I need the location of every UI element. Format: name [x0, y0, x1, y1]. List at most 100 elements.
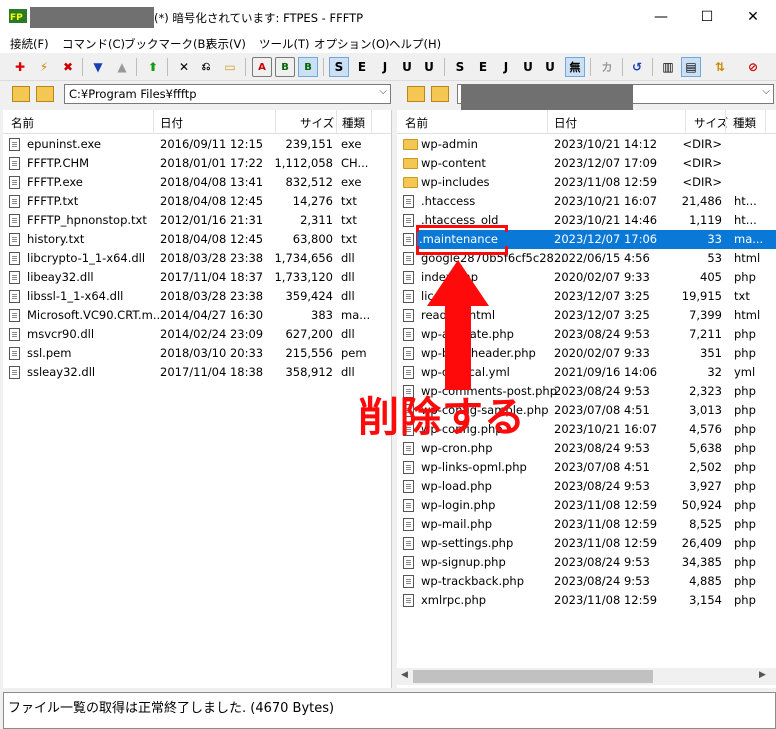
remote-horizontal-scrollbar[interactable]: ◀ ▶ — [397, 668, 776, 685]
utf8-local-icon[interactable]: U — [397, 57, 417, 77]
detail-view-icon[interactable]: ▤ — [681, 57, 701, 77]
list-item[interactable]: Microsoft.VC90.CRT.m... 2014/04/27 16:30 3… — [3, 306, 391, 325]
col-type[interactable]: 種類 — [733, 115, 756, 131]
list-item[interactable]: FFFTP.txt 2018/04/08 12:45 14,276 txt — [3, 192, 391, 211]
local-parent-folder-icon[interactable] — [12, 86, 30, 102]
list-item[interactable]: libeay32.dll 2017/11/04 18:37 1,733,120 dll — [3, 268, 391, 287]
scroll-right-icon[interactable]: ▶ — [759, 670, 766, 680]
delete-icon[interactable]: ✕ — [174, 57, 194, 77]
remote-parent-folder-icon[interactable] — [407, 86, 425, 102]
quick-connect-icon[interactable]: ⚡ — [34, 57, 54, 77]
maximize-button[interactable]: ☐ — [684, 0, 730, 34]
list-item[interactable]: history.txt 2018/04/08 12:45 63,800 txt — [3, 230, 391, 249]
file-name: msvcr90.dll — [27, 327, 95, 341]
rename-icon[interactable]: ⎌ — [196, 57, 216, 77]
remote-list-header: 名前 日付 サイズ 種類 — [397, 110, 776, 134]
list-item[interactable]: wp-links-opml.php 2023/07/08 4:51 2,502 php — [397, 458, 776, 477]
list-item[interactable]: wp-settings.php 2023/11/08 12:59 26,409 php — [397, 534, 776, 553]
menu-bookmark[interactable]: ブックマーク(B) — [124, 36, 210, 52]
menu-help[interactable]: ヘルプ(H) — [389, 36, 441, 52]
binary-mode-icon[interactable]: B — [275, 57, 295, 77]
jis-local-icon[interactable]: J — [375, 57, 395, 77]
ascii-mode-icon[interactable]: A — [252, 57, 272, 77]
file-size: 2,323 — [689, 384, 722, 398]
folder-icon — [403, 139, 418, 150]
window-title: (*) 暗号化されています: FTPES - FFFTP — [154, 11, 364, 25]
mkdir-icon[interactable]: ▭ — [220, 57, 240, 77]
list-item[interactable]: wp-signup.php 2023/08/24 9:53 34,385 php — [397, 553, 776, 572]
list-view-icon[interactable]: ▥ — [658, 57, 678, 77]
utf8bom-local-icon[interactable]: U — [419, 57, 439, 77]
col-date[interactable]: 日付 — [554, 115, 577, 131]
list-item[interactable]: msvcr90.dll 2014/02/24 23:09 627,200 dll — [3, 325, 391, 344]
scrollbar-thumb[interactable] — [413, 670, 653, 683]
jis-remote-icon[interactable]: J — [496, 57, 516, 77]
menu-options[interactable]: オプション(O) — [314, 36, 390, 52]
close-button[interactable]: ✕ — [730, 0, 776, 34]
file-size: 50,924 — [681, 498, 722, 512]
file-size: <DIR> — [682, 137, 722, 151]
local-open-folder-icon[interactable] — [36, 86, 54, 102]
list-item[interactable]: FFFTP.CHM 2018/01/01 17:22 1,112,058 CH... — [3, 154, 391, 173]
list-item[interactable]: .htaccess 2023/10/21 16:07 21,486 ht... — [397, 192, 776, 211]
sjis-local-icon[interactable]: S — [329, 57, 349, 77]
menu-tools[interactable]: ツール(T) — [259, 36, 310, 52]
local-path-combo[interactable]: C:¥Program Files¥ffftp ⌵ — [64, 84, 391, 104]
col-size[interactable]: サイズ — [300, 115, 334, 131]
list-item[interactable]: ssl.pem 2018/03/10 20:33 215,556 pem — [3, 344, 391, 363]
file-size: 5,638 — [689, 441, 722, 455]
chevron-down-icon[interactable]: ⌵ — [762, 86, 770, 97]
menu-connect[interactable]: 接続(F) — [10, 36, 49, 52]
list-item[interactable]: wp-load.php 2023/08/24 9:53 3,927 php — [397, 477, 776, 496]
col-type[interactable]: 種類 — [342, 115, 365, 131]
list-item[interactable]: xmlrpc.php 2023/11/08 12:59 3,154 php — [397, 591, 776, 610]
sync-icon[interactable]: ⇅ — [710, 57, 730, 77]
list-item[interactable]: FFFTP.exe 2018/04/08 13:41 832,512 exe — [3, 173, 391, 192]
list-item[interactable]: epuninst.exe 2016/09/11 12:15 239,151 exe — [3, 135, 391, 154]
sjis-remote-icon[interactable]: S — [450, 57, 470, 77]
file-name: FFFTP_hpnonstop.txt — [27, 213, 147, 227]
list-item[interactable]: wp-mail.php 2023/11/08 12:59 8,525 php — [397, 515, 776, 534]
col-date[interactable]: 日付 — [160, 115, 183, 131]
mirror-upload-icon[interactable]: ⬆ — [143, 57, 163, 77]
utf8-remote-icon[interactable]: U — [518, 57, 538, 77]
stop-icon[interactable]: ⊘ — [743, 57, 763, 77]
list-item[interactable]: FFFTP_hpnonstop.txt 2012/01/16 21:31 2,311… — [3, 211, 391, 230]
menu-view[interactable]: 表示(V) — [206, 36, 246, 52]
euc-local-icon[interactable]: E — [352, 57, 372, 77]
no-convert-icon[interactable]: 無 — [565, 57, 585, 77]
list-item[interactable]: libssl-1_1-x64.dll 2018/03/28 23:38 359,42… — [3, 287, 391, 306]
list-item[interactable]: wp-admin 2023/10/21 14:12 <DIR> — [397, 135, 776, 154]
auto-mode-icon[interactable]: B — [298, 57, 318, 77]
list-item[interactable]: wp-login.php 2023/11/08 12:59 50,924 php — [397, 496, 776, 515]
list-item[interactable]: wp-includes 2023/11/08 12:59 <DIR> — [397, 173, 776, 192]
menu-command[interactable]: コマンド(C) — [62, 36, 125, 52]
file-size: 627,200 — [285, 327, 333, 341]
euc-remote-icon[interactable]: E — [473, 57, 493, 77]
kana-convert-icon[interactable]: カ — [597, 57, 617, 77]
list-item[interactable]: libcrypto-1_1-x64.dll 2018/03/28 23:38 1,7… — [3, 249, 391, 268]
scroll-left-icon[interactable]: ◀ — [401, 670, 408, 680]
upload-icon[interactable]: ▲ — [112, 57, 132, 77]
col-name[interactable]: 名前 — [405, 115, 428, 131]
list-item[interactable]: wp-trackback.php 2023/08/24 9:53 4,885 php — [397, 572, 776, 591]
refresh-icon[interactable]: ↺ — [627, 57, 647, 77]
download-icon[interactable]: ▼ — [88, 57, 108, 77]
utf8bom-remote-icon[interactable]: U — [540, 57, 560, 77]
remote-open-folder-icon[interactable] — [431, 86, 449, 102]
file-date: 2023/10/21 16:07 — [554, 422, 658, 436]
file-type: php — [734, 574, 756, 588]
chevron-down-icon[interactable]: ⌵ — [379, 86, 387, 97]
list-item[interactable]: wp-content 2023/12/07 17:09 <DIR> — [397, 154, 776, 173]
col-size[interactable]: サイズ — [694, 115, 728, 131]
disconnect-icon[interactable]: ✖ — [58, 57, 78, 77]
list-item[interactable]: ssleay32.dll 2017/11/04 18:38 358,912 dll — [3, 363, 391, 382]
minimize-button[interactable]: — — [638, 0, 684, 34]
connect-icon[interactable]: ✚ — [10, 57, 30, 77]
file-date: 2012/01/16 21:31 — [160, 213, 264, 227]
file-name: libeay32.dll — [27, 270, 94, 284]
file-name: wp-cron.php — [421, 441, 493, 455]
local-file-list[interactable]: 名前 日付 サイズ 種類 epuninst.exe 2016/09/11 12:1… — [3, 110, 392, 688]
file-icon — [403, 556, 414, 569]
col-name[interactable]: 名前 — [11, 115, 34, 131]
